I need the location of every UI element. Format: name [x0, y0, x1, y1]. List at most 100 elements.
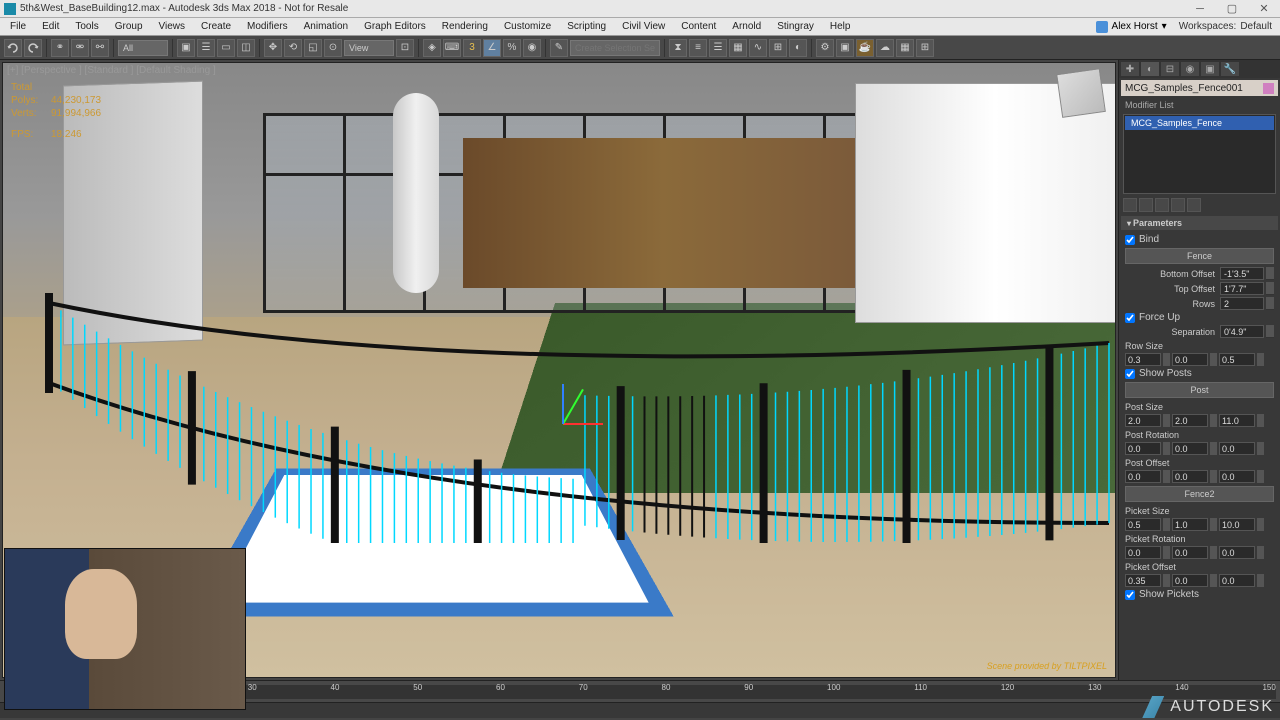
move-button[interactable]: ✥ — [264, 39, 282, 57]
close-button[interactable]: ✕ — [1252, 3, 1276, 15]
select-name-button[interactable]: ☰ — [197, 39, 215, 57]
motion-tab[interactable]: ◉ — [1181, 62, 1199, 76]
link-button[interactable]: ⚭ — [51, 39, 69, 57]
rows-input[interactable] — [1220, 297, 1264, 310]
menu-content[interactable]: Content — [673, 21, 724, 32]
manipulate-button[interactable]: ◈ — [423, 39, 441, 57]
menu-grapheditors[interactable]: Graph Editors — [356, 21, 434, 32]
picketoff-x[interactable] — [1125, 574, 1161, 587]
rotate-button[interactable]: ⟲ — [284, 39, 302, 57]
bind-checkbox[interactable]: Bind — [1125, 233, 1274, 246]
picketoff-y[interactable] — [1172, 574, 1208, 587]
snap-button[interactable]: 3 — [463, 39, 481, 57]
top-offset-input[interactable] — [1220, 282, 1264, 295]
picketsize-y[interactable] — [1172, 518, 1208, 531]
make-unique-button[interactable] — [1155, 198, 1169, 212]
material-editor-button[interactable]: ◐ — [789, 39, 807, 57]
viewcube[interactable] — [1056, 68, 1106, 118]
placement-button[interactable]: ⊙ — [324, 39, 342, 57]
showposts-checkbox[interactable]: Show Posts — [1125, 367, 1274, 380]
postsize-y[interactable] — [1172, 414, 1208, 427]
modifier-stack[interactable]: MCG_Samples_Fence — [1123, 114, 1276, 194]
unlink-button[interactable]: ⚮ — [71, 39, 89, 57]
render-a360-button[interactable]: ☁ — [876, 39, 894, 57]
menu-rendering[interactable]: Rendering — [434, 21, 496, 32]
toggle-ribbon-button[interactable]: ▦ — [729, 39, 747, 57]
menu-stingray[interactable]: Stingray — [769, 21, 822, 32]
picketsize-x[interactable] — [1125, 518, 1161, 531]
fence2-button[interactable]: Fence2 — [1125, 486, 1274, 502]
layers-button[interactable]: ☰ — [709, 39, 727, 57]
utilities-tab[interactable]: 🔧 — [1221, 62, 1239, 76]
curve-editor-button[interactable]: ∿ — [749, 39, 767, 57]
postoff-y[interactable] — [1172, 470, 1208, 483]
keyboard-button[interactable]: ⌨ — [443, 39, 461, 57]
render-button[interactable]: ☕ — [856, 39, 874, 57]
forceup-checkbox[interactable]: Force Up — [1125, 311, 1274, 324]
create-tab[interactable]: ✚ — [1121, 62, 1139, 76]
angle-snap-button[interactable]: ∠ — [483, 39, 501, 57]
menu-file[interactable]: File — [2, 21, 34, 32]
spinner[interactable] — [1266, 297, 1274, 310]
postsize-x[interactable] — [1125, 414, 1161, 427]
postrot-z[interactable] — [1219, 442, 1255, 455]
postoff-z[interactable] — [1219, 470, 1255, 483]
scale-button[interactable]: ◱ — [304, 39, 322, 57]
modifier-item[interactable]: MCG_Samples_Fence — [1125, 116, 1274, 130]
modifier-list-label[interactable]: Modifier List — [1119, 98, 1280, 112]
spinner[interactable] — [1266, 282, 1274, 295]
maximize-button[interactable]: ▢ — [1220, 3, 1244, 15]
object-color-swatch[interactable] — [1263, 83, 1274, 94]
menu-arnold[interactable]: Arnold — [724, 21, 769, 32]
spinner[interactable] — [1266, 267, 1274, 280]
spinner-snap-button[interactable]: ◉ — [523, 39, 541, 57]
select-object-button[interactable]: ▣ — [177, 39, 195, 57]
render-online-button[interactable]: ⊞ — [916, 39, 934, 57]
menu-views[interactable]: Views — [151, 21, 194, 32]
modify-tab[interactable]: ◐ — [1141, 62, 1159, 76]
workspace-selector[interactable]: Workspaces: Default — [1173, 21, 1278, 32]
mirror-button[interactable]: ⧗ — [669, 39, 687, 57]
spinner[interactable] — [1266, 325, 1274, 338]
menu-animation[interactable]: Animation — [296, 21, 356, 32]
undo-button[interactable] — [4, 39, 22, 57]
menu-modifiers[interactable]: Modifiers — [239, 21, 296, 32]
picketrot-y[interactable] — [1172, 546, 1208, 559]
menu-scripting[interactable]: Scripting — [559, 21, 614, 32]
menu-group[interactable]: Group — [107, 21, 151, 32]
configure-button[interactable] — [1187, 198, 1201, 212]
rowsize-y[interactable] — [1172, 353, 1208, 366]
use-center-button[interactable]: ⊡ — [396, 39, 414, 57]
postrot-x[interactable] — [1125, 442, 1161, 455]
render-setup-button[interactable]: ⚙ — [816, 39, 834, 57]
bottom-offset-input[interactable] — [1220, 267, 1264, 280]
postsize-z[interactable] — [1219, 414, 1255, 427]
picketrot-x[interactable] — [1125, 546, 1161, 559]
align-button[interactable]: ≡ — [689, 39, 707, 57]
display-tab[interactable]: ▣ — [1201, 62, 1219, 76]
picketrot-z[interactable] — [1219, 546, 1255, 559]
open-a360-button[interactable]: ▦ — [896, 39, 914, 57]
menu-help[interactable]: Help — [822, 21, 859, 32]
postrot-y[interactable] — [1172, 442, 1208, 455]
rowsize-z[interactable] — [1219, 353, 1255, 366]
post-button[interactable]: Post — [1125, 382, 1274, 398]
hierarchy-tab[interactable]: ⊟ — [1161, 62, 1179, 76]
viewport-label[interactable]: [+] [Perspective ] [Standard ] [Default … — [7, 65, 216, 76]
bind-button[interactable]: ⚯ — [91, 39, 109, 57]
separation-input[interactable] — [1220, 325, 1264, 338]
select-rect-button[interactable]: ▭ — [217, 39, 235, 57]
schematic-button[interactable]: ⊞ — [769, 39, 787, 57]
render-frame-button[interactable]: ▣ — [836, 39, 854, 57]
postoff-x[interactable] — [1125, 470, 1161, 483]
rowsize-x[interactable] — [1125, 353, 1161, 366]
ref-coord-system[interactable] — [344, 40, 394, 56]
minimize-button[interactable]: ─ — [1188, 3, 1212, 15]
showpickets-checkbox[interactable]: Show Pickets — [1125, 588, 1274, 601]
edit-named-sel-button[interactable]: ✎ — [550, 39, 568, 57]
pin-stack-button[interactable] — [1123, 198, 1137, 212]
selection-filter[interactable] — [118, 40, 168, 56]
picketsize-z[interactable] — [1219, 518, 1255, 531]
parameters-rollout[interactable]: Parameters — [1121, 216, 1278, 230]
percent-snap-button[interactable]: % — [503, 39, 521, 57]
